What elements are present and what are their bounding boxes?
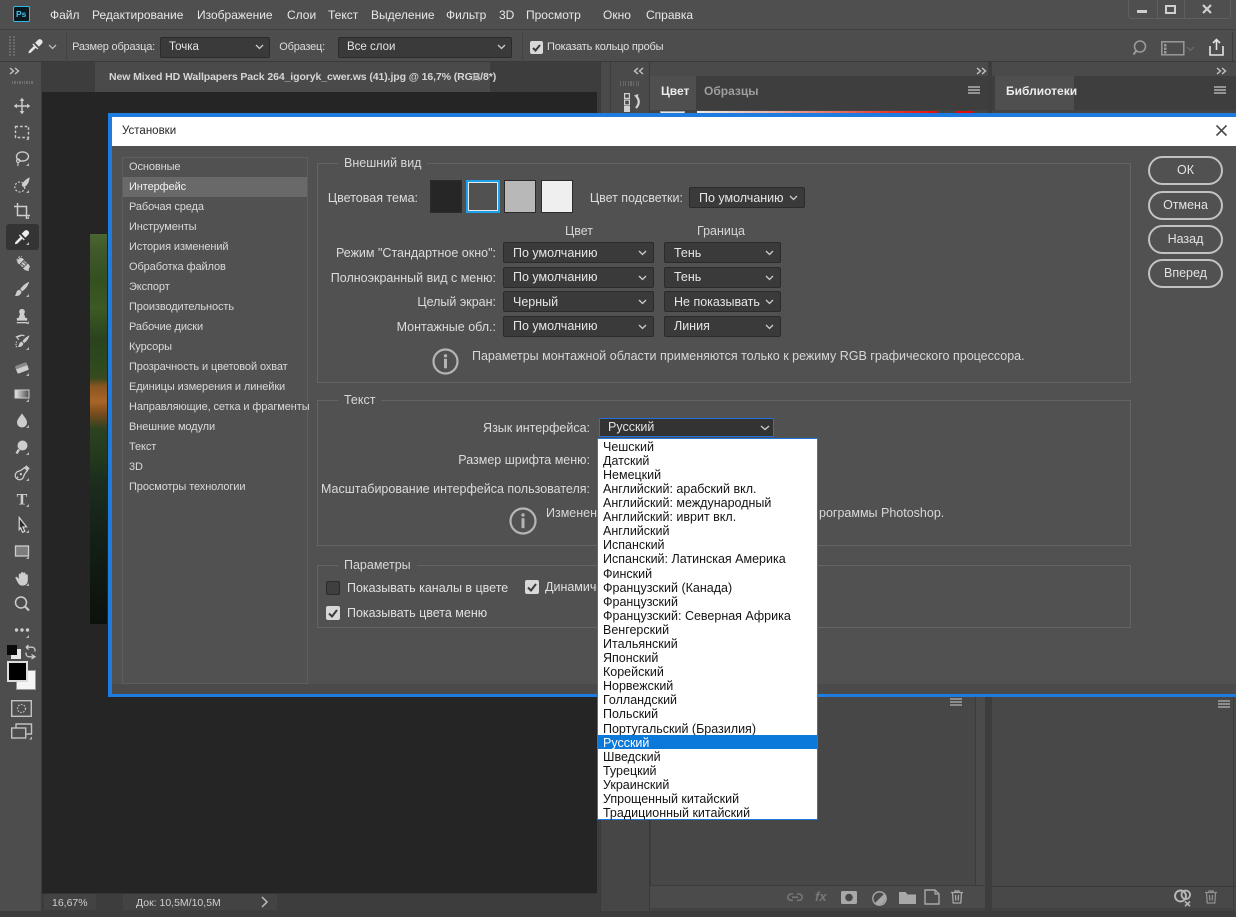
svg-text:T: T — [17, 492, 28, 509]
